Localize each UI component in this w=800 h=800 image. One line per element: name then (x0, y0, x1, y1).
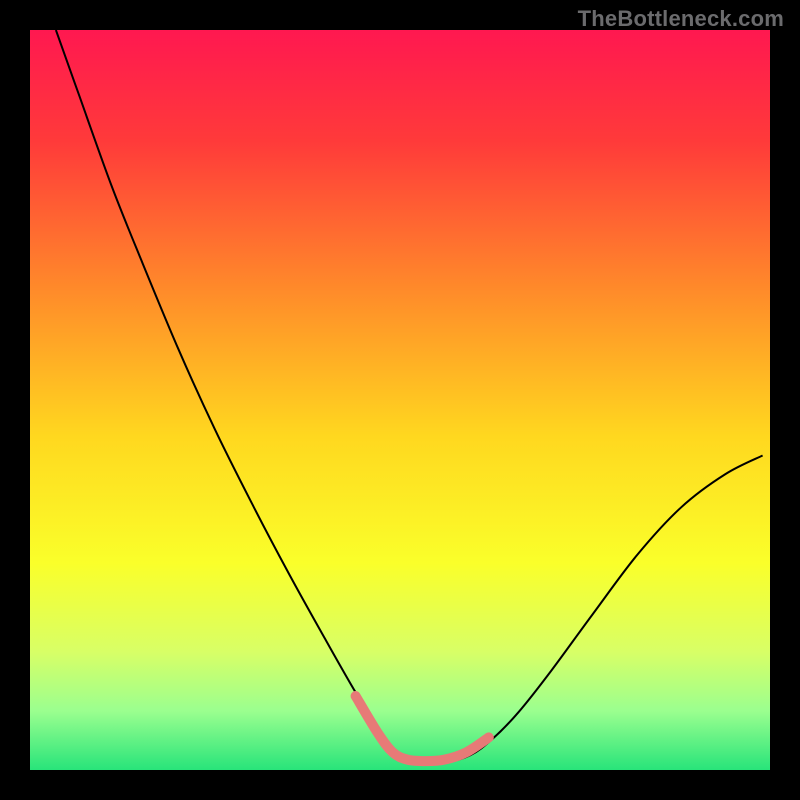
watermark-text: TheBottleneck.com (578, 6, 784, 32)
chart-container (30, 30, 770, 770)
bottleneck-chart (30, 30, 770, 770)
